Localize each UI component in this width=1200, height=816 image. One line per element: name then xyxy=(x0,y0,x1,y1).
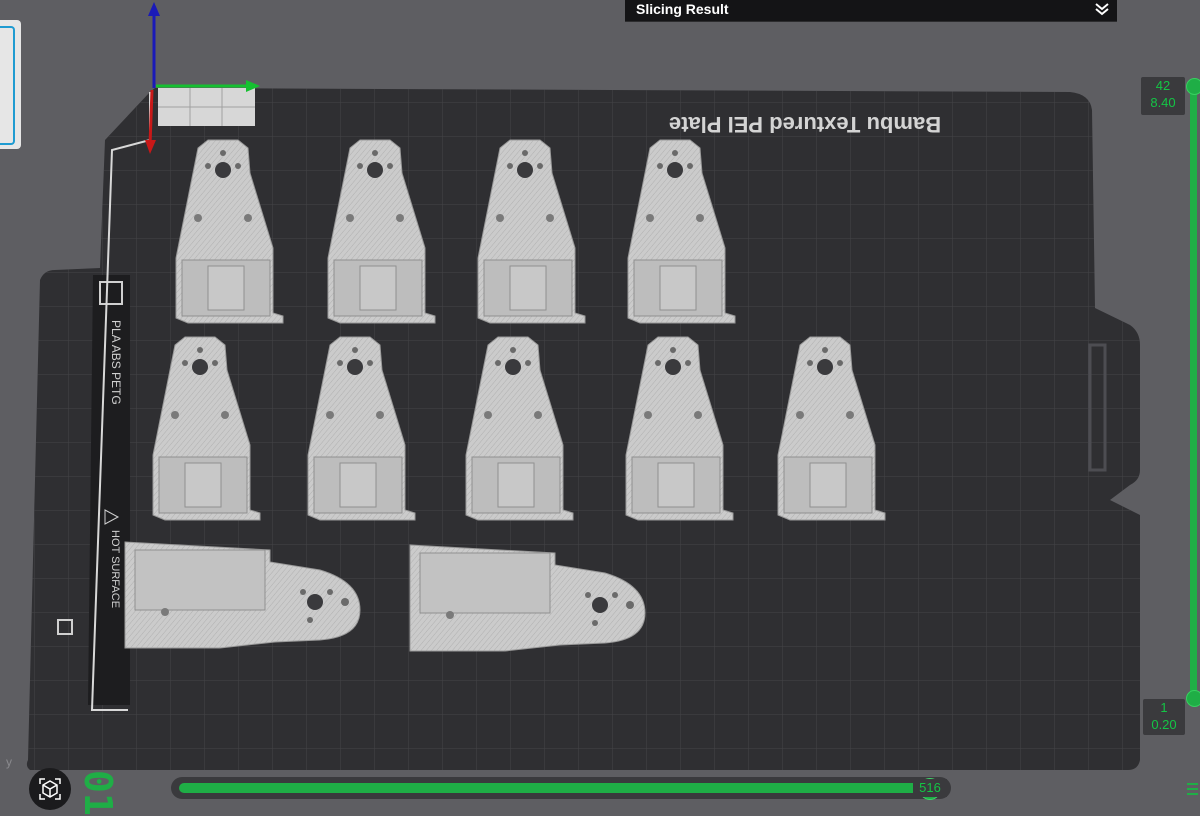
layer-bottom-readout: 1 0.20 xyxy=(1143,699,1185,735)
move-slider-value: 516 xyxy=(913,779,947,797)
layer-slider-bottom-handle[interactable] xyxy=(1186,690,1200,707)
view-cube-button[interactable] xyxy=(29,768,71,810)
layer-digits-indicator: 01 xyxy=(76,770,120,816)
slicing-result-panel[interactable]: Slicing Result xyxy=(625,0,1117,22)
layer-slider-top-handle[interactable] xyxy=(1186,78,1200,95)
layer-top-readout: 42 8.40 xyxy=(1141,77,1185,115)
left-tab-highlight xyxy=(0,26,15,145)
move-slider[interactable] xyxy=(171,777,951,800)
slicing-result-title: Slicing Result xyxy=(636,1,729,17)
layer-top-height: 8.40 xyxy=(1150,95,1176,110)
layer-bottom-height: 0.20 xyxy=(1151,717,1177,732)
layer-slider-track[interactable] xyxy=(1190,86,1197,700)
sticker-materials-label: PLA ABS PETG xyxy=(109,320,123,405)
layers-icon[interactable] xyxy=(1185,779,1200,803)
double-chevron-down-icon[interactable] xyxy=(1093,0,1111,18)
move-slider-fill xyxy=(179,783,929,793)
view-cube-icon xyxy=(39,778,61,800)
sticker-warning-label: HOT SURFACE xyxy=(109,530,121,608)
x-axis xyxy=(148,89,154,146)
layer-top-number: 42 xyxy=(1155,78,1171,93)
layer-bottom-number: 1 xyxy=(1160,700,1168,715)
build-plate-scene[interactable]: Bambu Textured PEI Plate PLA ABS PETG HO… xyxy=(0,0,1200,813)
axis-y-label: y xyxy=(6,755,12,769)
plate-name-label: Bambu Textured PEI Plate xyxy=(669,112,941,137)
left-collapse-tab[interactable] xyxy=(0,20,21,149)
